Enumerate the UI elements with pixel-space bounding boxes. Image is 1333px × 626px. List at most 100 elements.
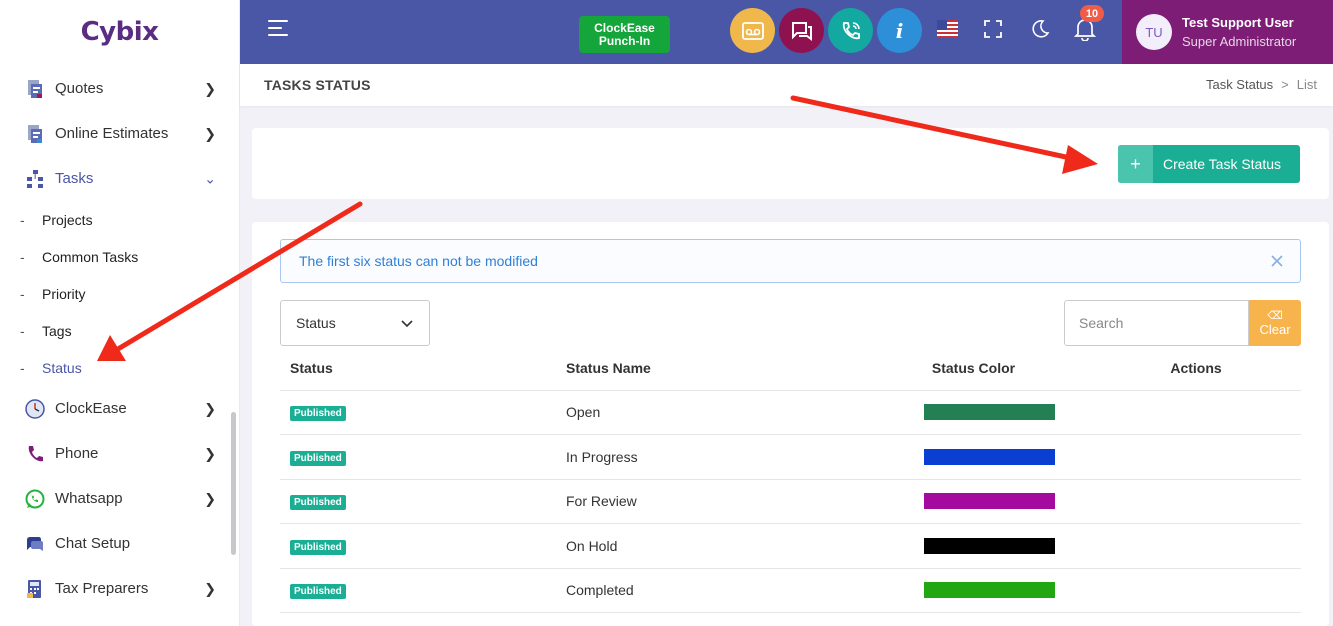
voicemail-icon <box>741 21 764 40</box>
sidebar-subitem-tags[interactable]: - Tags <box>0 312 232 349</box>
table-row: Published Open <box>280 390 1301 435</box>
sidebar-item-label: Tax Preparers <box>55 580 149 597</box>
sidebar-item-label: Phone <box>55 445 99 462</box>
dash-bullet: - <box>20 322 25 339</box>
status-cell: Published <box>280 434 556 480</box>
chat-icon <box>24 533 46 555</box>
chevron-right-icon: ❯ <box>204 490 216 506</box>
brand-logo[interactable]: Cybix <box>0 0 239 64</box>
info-alert: The first six status can not be modified <box>280 239 1301 283</box>
breadcrumb: Task Status > List <box>1206 77 1317 92</box>
dash-bullet: - <box>20 211 25 228</box>
color-swatch <box>924 582 1055 599</box>
subitem-label: Projects <box>42 211 93 228</box>
sidebar-item-label: Tasks <box>55 170 94 187</box>
table-row: Published On Hold <box>280 523 1301 569</box>
logo-text: Cybix <box>80 17 159 47</box>
clock-icon <box>24 398 46 420</box>
status-name-cell: For Review <box>556 479 856 524</box>
sidebar-item-quotes[interactable]: Quotes ❯ <box>0 66 232 111</box>
chevron-down-icon <box>401 316 413 328</box>
sidebar-scrollbar[interactable] <box>231 412 236 555</box>
clockease-punch-in-button[interactable]: ClockEase Punch-In <box>579 16 670 53</box>
column-header-status: Status <box>280 346 556 391</box>
actions-cell <box>1091 568 1301 613</box>
sidebar-item-phone[interactable]: Phone ❯ <box>0 431 232 476</box>
chevron-right-icon: ❯ <box>204 400 216 416</box>
clear-button[interactable]: ⌫ Clear <box>1249 300 1301 346</box>
punch-in-label: Punch-In <box>598 33 651 48</box>
breadcrumb-task-status[interactable]: Task Status <box>1206 77 1273 92</box>
page-title: TASKS STATUS <box>264 77 371 93</box>
chevron-right-icon: ❯ <box>204 80 216 96</box>
sidebar-item-whatsapp[interactable]: Whatsapp ❯ <box>0 476 232 521</box>
quotes-document-icon <box>24 78 46 100</box>
status-color-cell <box>856 434 1091 480</box>
notification-count-badge: 10 <box>1080 5 1104 22</box>
status-badge: Published <box>290 406 346 422</box>
table-row: Published For Review <box>280 479 1301 524</box>
avatar: TU <box>1136 14 1172 50</box>
column-header-status-color: Status Color <box>856 346 1091 391</box>
sidebar-item-chat-setup[interactable]: Chat Setup <box>0 521 232 566</box>
dash-bullet: - <box>20 359 25 376</box>
estimates-document-icon <box>24 123 46 145</box>
alert-message: The first six status can not be modified <box>299 253 538 269</box>
clockease-label: ClockEase <box>594 20 655 35</box>
sidebar-subitem-common-tasks[interactable]: - Common Tasks <box>0 238 232 275</box>
sidebar-subitem-projects[interactable]: - Projects <box>0 201 232 238</box>
status-filter-select[interactable]: Status <box>280 300 430 346</box>
column-header-status-name: Status Name <box>556 346 856 391</box>
calculator-icon <box>24 578 46 600</box>
color-swatch <box>924 493 1055 510</box>
status-cell: Published <box>280 568 556 613</box>
chevron-down-icon: ⌄ <box>204 170 216 186</box>
clear-label: Clear <box>1259 321 1291 337</box>
breadcrumb-separator-icon: > <box>1281 77 1289 92</box>
hamburger-menu-icon[interactable] <box>268 20 290 40</box>
status-filter-value: Status <box>296 315 336 331</box>
plus-icon: + <box>1118 145 1153 183</box>
phone-call-icon <box>842 21 860 39</box>
status-color-cell <box>856 523 1091 569</box>
color-swatch <box>924 404 1055 421</box>
sidebar-item-clockease[interactable]: ClockEase ❯ <box>0 386 232 431</box>
dark-mode-moon-icon[interactable] <box>1029 18 1051 40</box>
status-color-cell <box>856 568 1091 613</box>
sidebar-item-label: Quotes <box>55 80 104 97</box>
sidebar-item-tasks[interactable]: Tasks ⌄ <box>0 156 232 201</box>
column-header-actions: Actions <box>1091 346 1301 391</box>
sidebar-subitem-status[interactable]: - Status <box>0 349 232 386</box>
user-profile-menu[interactable]: TU Test Support User Super Administrator <box>1122 0 1333 64</box>
status-cell: Published <box>280 390 556 435</box>
status-badge: Published <box>290 495 346 511</box>
fullscreen-icon[interactable] <box>984 20 1002 38</box>
status-name-cell: In Progress <box>556 434 856 480</box>
create-task-status-label: Create Task Status <box>1163 156 1282 172</box>
subitem-label: Priority <box>42 285 86 302</box>
status-badge: Published <box>290 450 346 466</box>
call-button[interactable] <box>828 8 873 53</box>
sidebar-item-online-estimates[interactable]: Online Estimates ❯ <box>0 111 232 156</box>
us-flag-icon[interactable] <box>937 20 958 38</box>
page-header: TASKS STATUS Task Status > List <box>240 64 1333 106</box>
create-task-status-button[interactable]: + Create Task Status <box>1118 145 1300 183</box>
search-input[interactable] <box>1064 300 1249 346</box>
actions-card: + Create Task Status <box>252 128 1329 199</box>
table-header-row: Status Status Name Status Color Actions <box>280 346 1301 391</box>
subitem-label: Common Tasks <box>42 248 139 265</box>
close-icon[interactable] <box>1268 252 1286 270</box>
sidebar: Cybix Quotes ❯ Online Estimates ❯ Tasks … <box>0 0 240 626</box>
actions-cell <box>1091 523 1301 569</box>
status-cell: Published <box>280 479 556 524</box>
info-button[interactable]: i <box>877 8 922 53</box>
status-cell: Published <box>280 523 556 569</box>
chevron-right-icon: ❯ <box>204 580 216 596</box>
subitem-label: Status <box>42 359 82 376</box>
chevron-right-icon: ❯ <box>204 125 216 141</box>
sidebar-subitem-priority[interactable]: - Priority <box>0 275 232 312</box>
voicemail-button[interactable] <box>730 8 775 53</box>
chat-button[interactable] <box>779 8 824 53</box>
user-role: Super Administrator <box>1182 34 1297 49</box>
sidebar-item-tax-preparers[interactable]: Tax Preparers ❯ <box>0 566 232 611</box>
